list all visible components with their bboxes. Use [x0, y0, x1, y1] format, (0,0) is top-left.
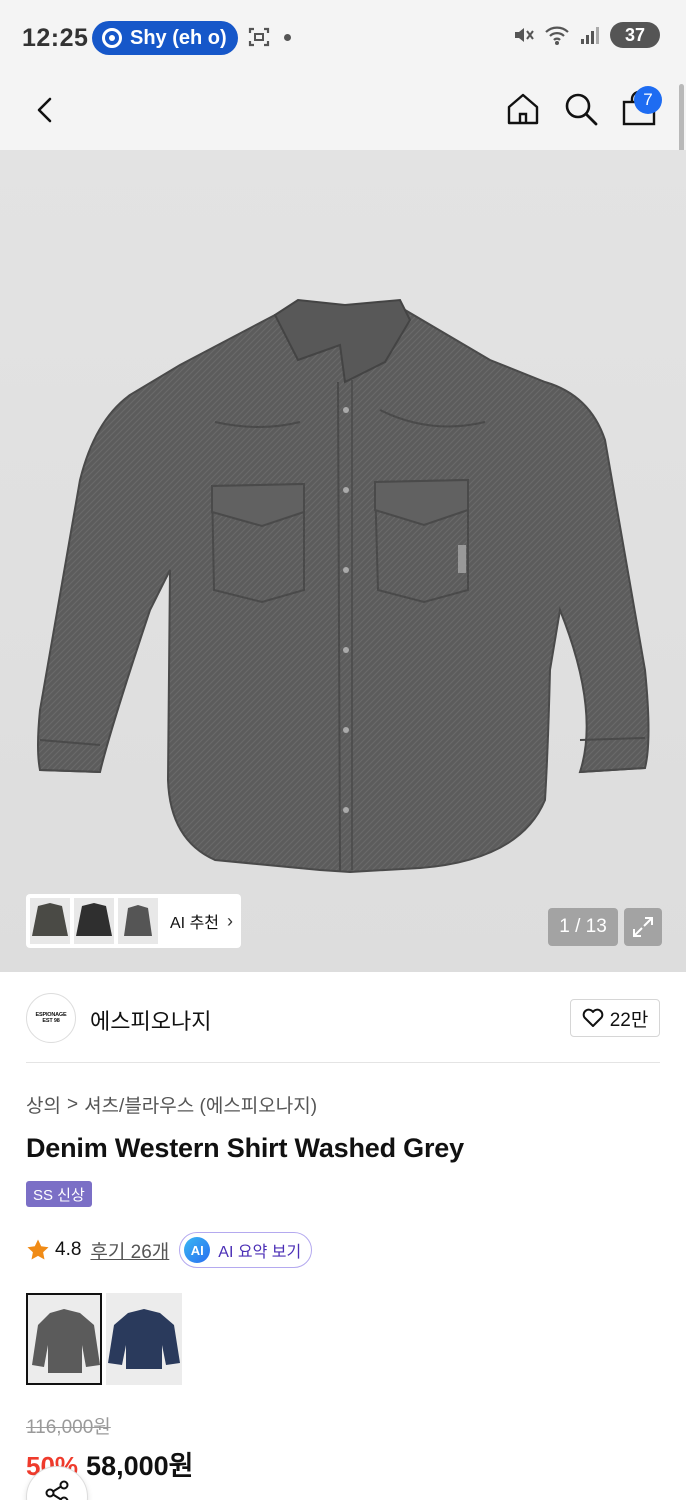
recommend-thumb[interactable]	[30, 898, 70, 944]
notification-dot	[284, 34, 291, 41]
home-icon[interactable]	[504, 90, 542, 128]
media-pill[interactable]: Shy (eh o)	[92, 21, 238, 55]
reviews-link[interactable]: 후기 26개	[90, 1237, 169, 1264]
top-nav: 7	[0, 76, 686, 150]
heart-icon	[582, 1008, 603, 1027]
color-swatches	[26, 1293, 182, 1385]
swatch-washed-grey[interactable]	[26, 1293, 102, 1385]
ai-icon: AI	[184, 1237, 211, 1263]
screen-capture-icon	[248, 27, 270, 47]
search-icon[interactable]	[562, 90, 600, 128]
media-pill-label: Shy (eh o)	[130, 26, 227, 49]
chevron-right-icon: ›	[227, 910, 234, 931]
divider	[26, 1062, 660, 1063]
rating-value: 4.8	[55, 1239, 82, 1260]
expand-icon	[633, 917, 653, 937]
breadcrumb-category[interactable]: 상의	[26, 1091, 61, 1118]
rating-row: 4.8 후기 26개 AI AI 요약 보기	[26, 1232, 313, 1268]
image-counter: 1 / 13	[548, 908, 618, 946]
mute-icon	[515, 28, 534, 42]
recommend-thumb[interactable]	[74, 898, 114, 944]
wifi-icon	[545, 26, 569, 45]
signal-icon	[581, 27, 599, 44]
status-icons: 37	[512, 22, 660, 48]
record-icon	[102, 28, 122, 48]
breadcrumb-subcategory[interactable]: 셔츠/블라우스 (에스피오나지)	[84, 1091, 317, 1118]
product-image-gallery[interactable]: AI 추천 › 1 / 13	[0, 150, 686, 972]
ai-recommend-strip[interactable]: AI 추천 ›	[26, 894, 241, 948]
breadcrumb: 상의 > 셔츠/블라우스 (에스피오나지)	[26, 1091, 317, 1118]
battery-level: 37	[624, 24, 646, 45]
sale-price: 58,000원	[86, 1451, 194, 1481]
status-time: 12:25	[22, 24, 89, 52]
image-counter-text: 1 / 13	[559, 916, 607, 937]
product-title: Denim Western Shirt Washed Grey	[26, 1133, 464, 1163]
back-icon[interactable]	[30, 94, 62, 126]
star-icon	[27, 1239, 49, 1260]
original-price: 116,000원	[26, 1417, 111, 1438]
ai-summary-label: AI 요약 보기	[218, 1244, 302, 1261]
brand-name[interactable]: 에스피오나지	[90, 1004, 211, 1036]
cart-badge: 7	[634, 86, 662, 114]
brand-logo[interactable]: ESPIONAGE EST 98	[26, 993, 76, 1043]
new-season-tag: SS 신상	[26, 1181, 92, 1207]
breadcrumb-separator: >	[66, 1093, 79, 1115]
expand-button[interactable]	[624, 908, 662, 946]
swatch-navy[interactable]	[106, 1293, 182, 1385]
like-button[interactable]: 22만	[570, 999, 660, 1037]
ai-recommend-label: AI 추천	[170, 915, 220, 932]
recommend-thumb[interactable]	[118, 898, 158, 944]
share-icon	[45, 1480, 69, 1500]
cart-count: 7	[643, 90, 653, 109]
status-bar: 12:25 Shy (eh o) 37	[0, 0, 686, 76]
like-count: 22만	[609, 1009, 649, 1031]
battery-indicator: 37	[610, 22, 660, 48]
product-image	[37, 298, 650, 874]
ai-summary-button[interactable]: AI AI 요약 보기	[179, 1232, 313, 1268]
brand-logo-subtext: EST 98	[42, 1018, 60, 1024]
